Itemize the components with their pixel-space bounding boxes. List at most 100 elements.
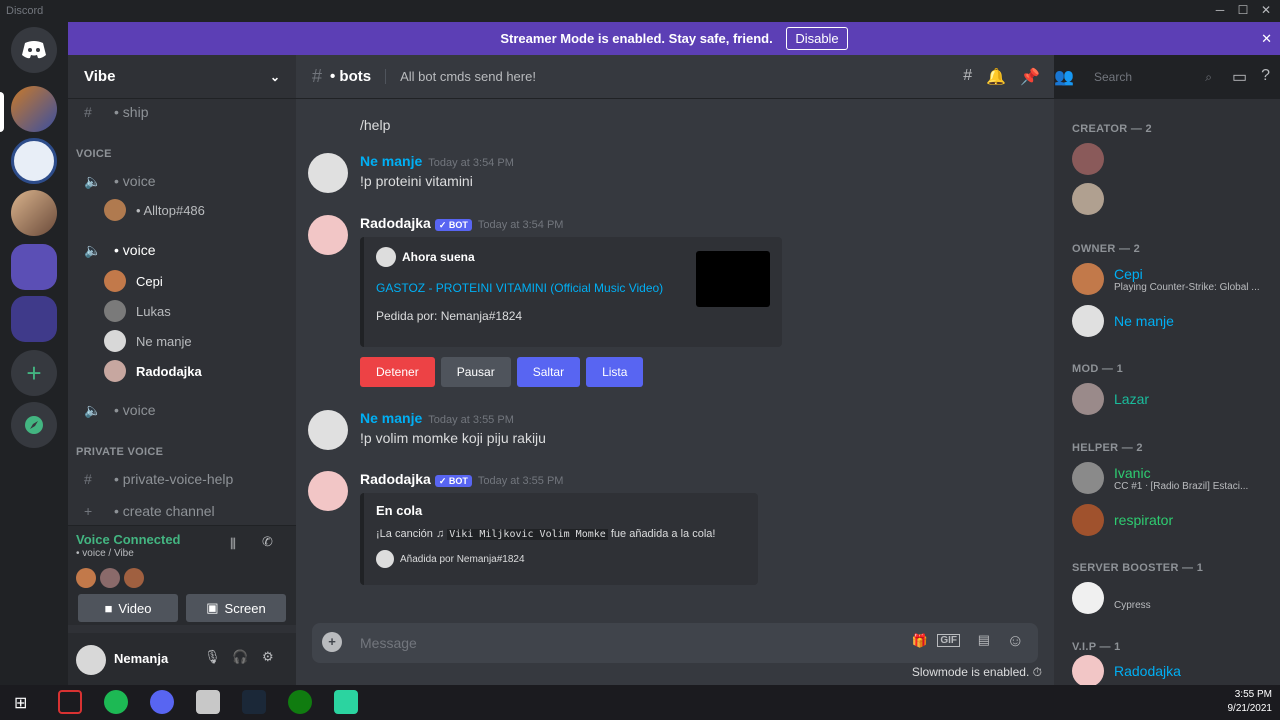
voice-connected-sub[interactable]: • voice / Vibe (76, 548, 134, 559)
voice-avatars (76, 568, 144, 588)
embed-link[interactable]: GASTOZ - PROTEINI VITAMINI (Official Mus… (376, 281, 686, 295)
server-vibe[interactable] (11, 86, 57, 132)
pin-icon[interactable]: 📌 (1020, 67, 1040, 89)
message-composer[interactable]: + Message 🎁 GIF ▤ ☺ (312, 623, 1038, 663)
member-group-label: HELPER — 2 (1072, 442, 1143, 454)
channel-label: • voice (114, 402, 156, 418)
member-name: respirator (1114, 512, 1174, 528)
channel-label: • voice (114, 242, 156, 258)
server-crest[interactable] (11, 138, 57, 184)
member-item[interactable]: respirator (1072, 500, 1173, 540)
voice-user[interactable]: Radodajka (104, 359, 202, 383)
inbox-icon[interactable]: ▭ (1232, 67, 1247, 89)
user-name[interactable]: Nemanja (114, 651, 168, 666)
add-attachment-icon[interactable]: + (322, 632, 342, 652)
minimize-button[interactable]: ─ (1210, 3, 1230, 19)
sticker-icon[interactable]: ▤ (978, 632, 990, 648)
avatar[interactable] (308, 410, 348, 450)
server-folder-1[interactable] (11, 244, 57, 290)
disconnect-icon[interactable]: ✆ (262, 534, 273, 550)
voice-user[interactable]: Lukas (104, 299, 171, 323)
screen-button[interactable]: ▣ Screen (186, 594, 286, 622)
home-button[interactable] (11, 27, 57, 73)
clock-time: 3:55 PM (1234, 689, 1272, 700)
member-item[interactable]: Cypress (1072, 578, 1151, 618)
stop-button[interactable]: Detener (360, 357, 435, 387)
member-item[interactable]: Lazar (1072, 379, 1149, 419)
voice-channel-3[interactable]: 🔈 • voice (76, 397, 288, 423)
category-private-voice[interactable]: PRIVATE VOICE (76, 446, 163, 458)
member-item[interactable]: Ne manje (1072, 301, 1174, 341)
channel-create[interactable]: + • create channel (76, 498, 288, 524)
members-icon[interactable]: 👥 (1054, 67, 1074, 89)
signal-icon[interactable]: ⫼ (230, 536, 236, 552)
bell-icon[interactable]: 🔔 (986, 67, 1006, 89)
message-author[interactable]: Ne manje (360, 153, 422, 169)
message-author[interactable]: Radodajka (360, 215, 431, 231)
chevron-down-icon: ⌄ (269, 69, 280, 84)
app-icon[interactable] (334, 690, 358, 714)
steam-icon[interactable] (242, 690, 266, 714)
voice-user[interactable]: Ne manje (104, 329, 192, 353)
avatar[interactable] (308, 153, 348, 193)
avatar (104, 360, 126, 382)
user-avatar[interactable] (76, 645, 106, 675)
add-server-button[interactable]: + (11, 350, 57, 396)
channel-topic[interactable]: All bot cmds send here! (385, 69, 536, 84)
queue-button[interactable]: Lista (586, 357, 644, 387)
member-item[interactable]: Radodajka (1072, 651, 1181, 685)
channel-name: • bots (330, 68, 372, 85)
file-explorer-icon[interactable] (196, 690, 220, 714)
gif-icon[interactable]: GIF (937, 634, 960, 647)
windows-start-icon[interactable]: ⊞ (14, 693, 27, 713)
member-item[interactable] (1072, 139, 1114, 179)
voice-connected-status[interactable]: Voice Connected (76, 532, 181, 547)
pause-button[interactable]: Pausar (440, 357, 511, 387)
close-banner-icon[interactable]: ✕ (1261, 22, 1272, 55)
emoji-icon[interactable]: ☺ (1007, 631, 1024, 651)
disable-streamer-button[interactable]: Disable (786, 27, 848, 50)
avatar (100, 568, 120, 588)
microphone-icon[interactable]: 🎙 (204, 649, 221, 665)
category-voice[interactable]: VOICE (76, 148, 112, 160)
voice-user[interactable]: Cepi (104, 269, 163, 293)
voice-channel-1[interactable]: 🔈 • voice (76, 168, 288, 194)
voice-user[interactable]: • Alltop#486 (104, 198, 205, 222)
spotify-icon[interactable] (104, 690, 128, 714)
headphones-icon[interactable]: 🎧 (232, 649, 248, 665)
channel-ship[interactable]: # • ship (76, 99, 288, 125)
opera-icon[interactable] (58, 690, 82, 714)
bot-avatar[interactable] (308, 471, 348, 511)
music-icon: ♫ (435, 528, 445, 540)
close-window-button[interactable]: ✕ (1256, 3, 1276, 19)
member-item[interactable]: Cepi Playing Counter-Strike: Global ... (1072, 259, 1260, 299)
server-anime[interactable] (11, 190, 57, 236)
member-status: CC #1 ᐧ [Radio Brazil] Estaci... (1114, 480, 1249, 492)
skip-button[interactable]: Saltar (516, 357, 581, 387)
search-input[interactable]: Search ⌕ (1087, 67, 1218, 89)
clock[interactable]: 3:55 PM 9/21/2021 (1228, 688, 1273, 716)
bot-avatar[interactable] (308, 215, 348, 255)
explore-servers-button[interactable] (11, 402, 57, 448)
member-item[interactable] (1072, 179, 1114, 219)
server-folder-2[interactable] (11, 296, 57, 342)
maximize-button[interactable]: ☐ (1233, 3, 1253, 19)
channel-private-voice-help[interactable]: # • private-voice-help (76, 466, 288, 492)
video-button[interactable]: ■ Video (78, 594, 178, 622)
server-header[interactable]: Vibe ⌄ (68, 55, 296, 99)
avatar (1072, 305, 1104, 337)
avatar (104, 330, 126, 352)
avatar (1072, 183, 1104, 215)
message-author[interactable]: Ne manje (360, 410, 422, 426)
xbox-icon[interactable] (288, 690, 312, 714)
member-item[interactable]: Ivanic CC #1 ᐧ [Radio Brazil] Estaci... (1072, 458, 1248, 498)
message-author[interactable]: Radodajka (360, 471, 431, 487)
gift-icon[interactable]: 🎁 (912, 633, 928, 649)
help-icon[interactable]: ? (1261, 67, 1270, 89)
gear-icon[interactable]: ⚙ (262, 649, 274, 665)
video-label: Video (118, 600, 152, 616)
threads-icon[interactable]: # (963, 67, 972, 89)
embed-thumbnail[interactable] (696, 251, 770, 307)
discord-taskbar-icon[interactable] (150, 690, 174, 714)
voice-channel-2[interactable]: 🔈 • voice (76, 237, 288, 263)
